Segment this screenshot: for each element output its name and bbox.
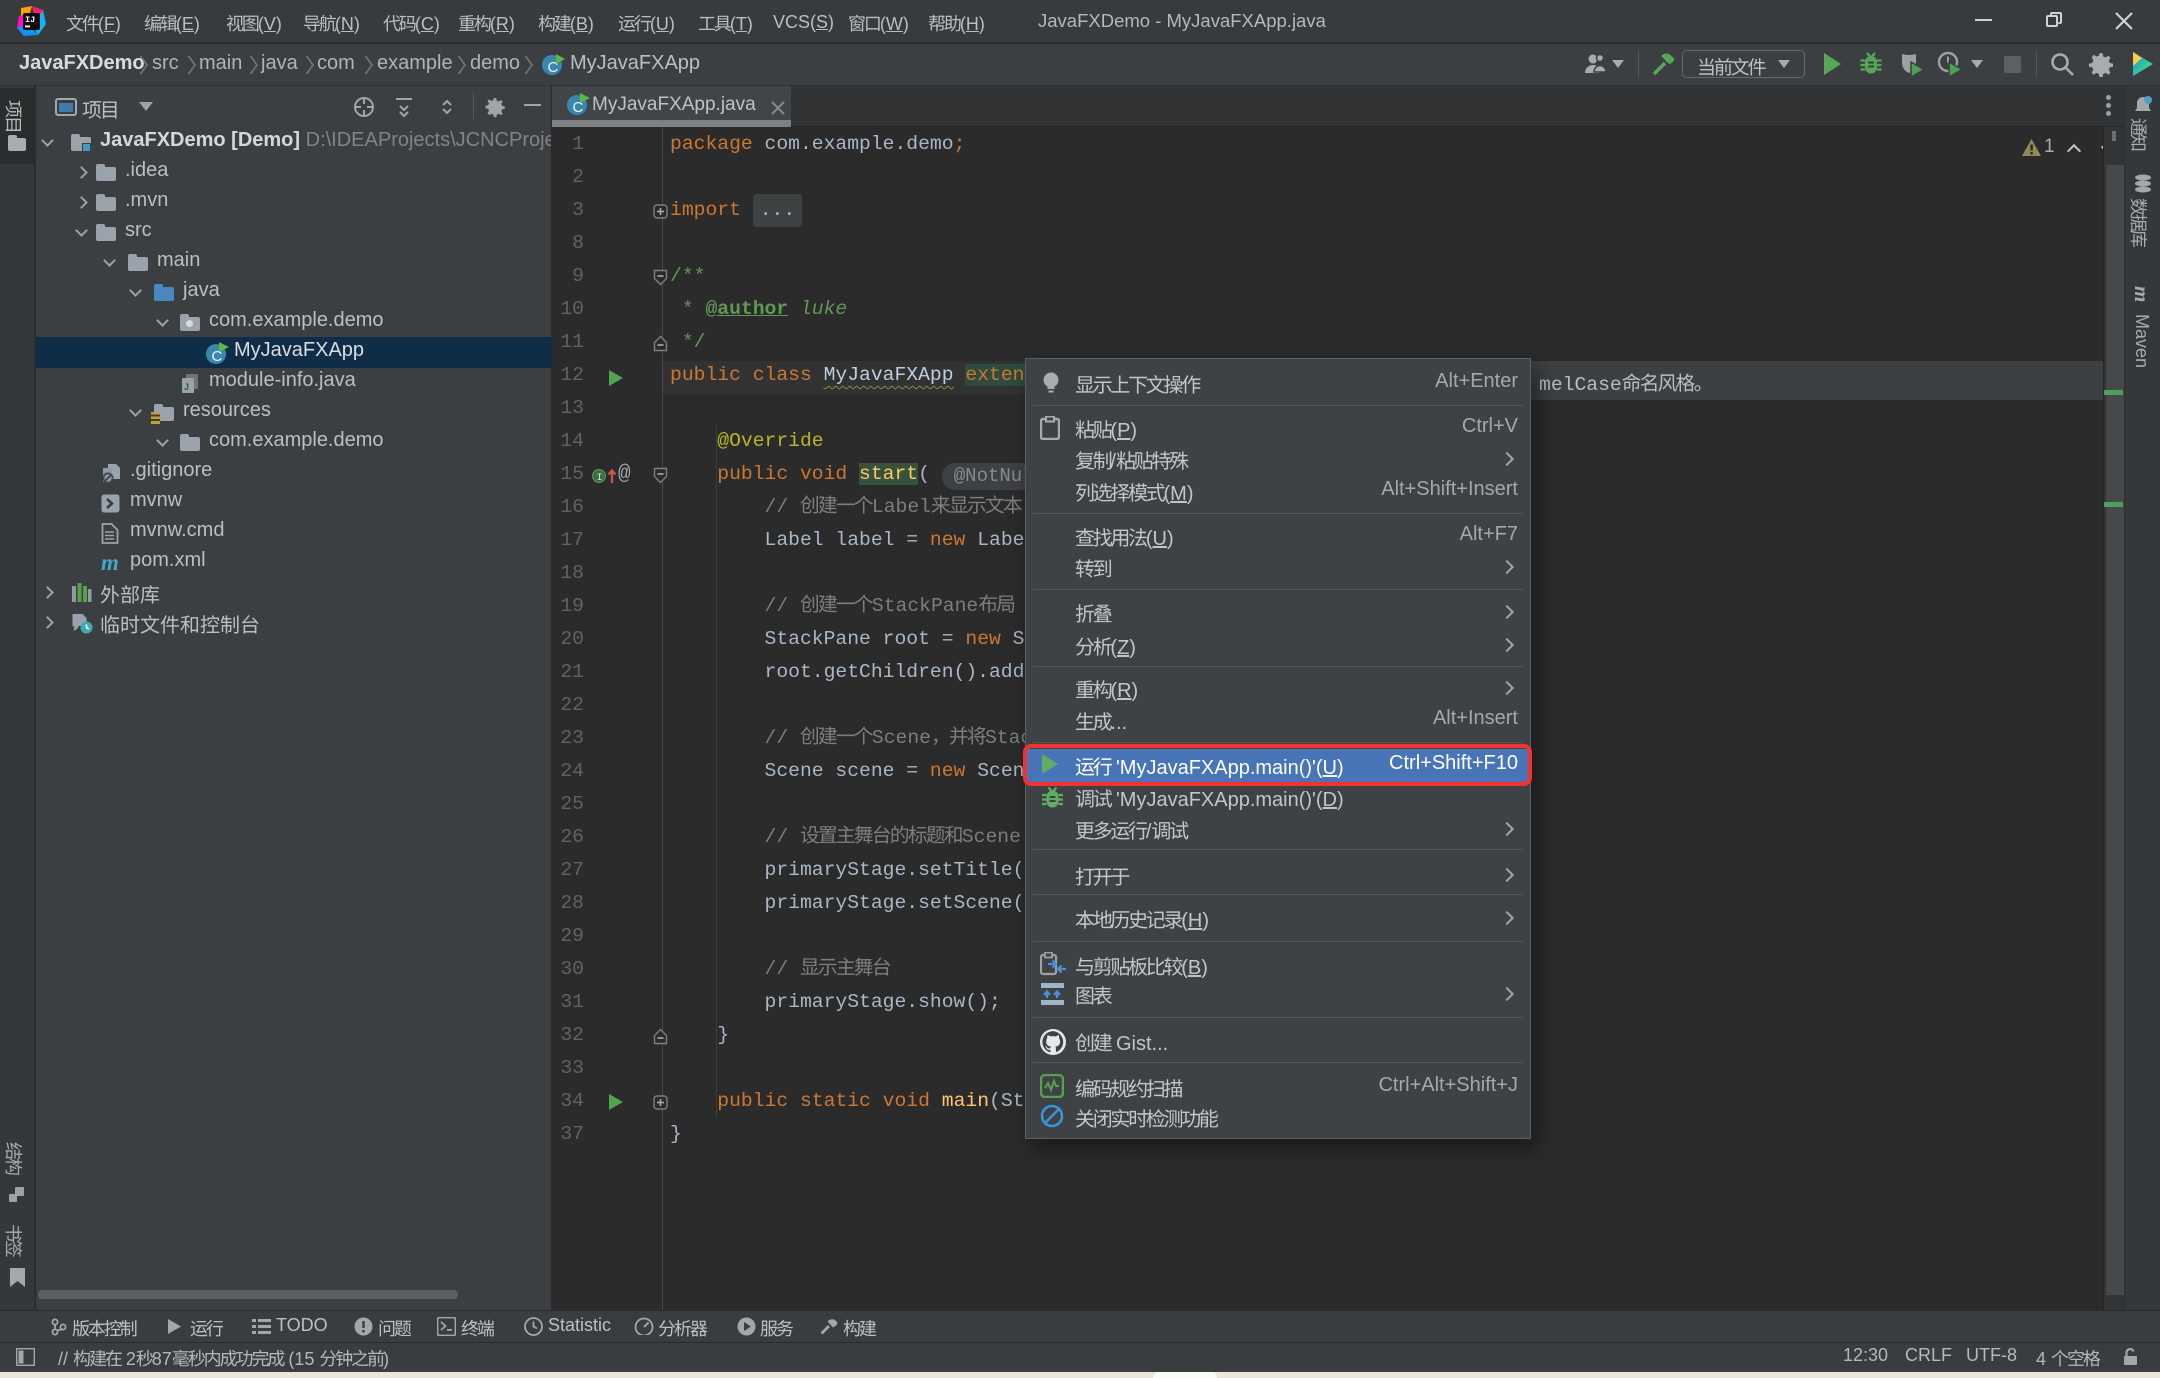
svg-text:I: I <box>597 473 603 484</box>
svg-text:IJ: IJ <box>25 15 35 25</box>
svg-text:J: J <box>184 382 189 392</box>
